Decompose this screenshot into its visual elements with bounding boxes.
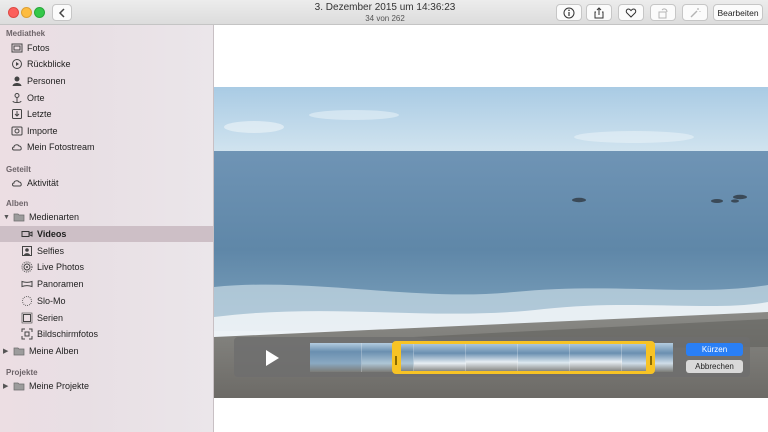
disclosure-closed-icon[interactable]: ▶ xyxy=(3,347,11,355)
heart-icon xyxy=(625,7,637,18)
folder-icon xyxy=(13,211,25,223)
rotate-icon xyxy=(658,7,668,18)
rotate-button[interactable] xyxy=(650,4,676,21)
trim-selection[interactable] xyxy=(392,341,655,374)
sidebar-item-screenshots[interactable]: Bildschirmfotos xyxy=(0,326,213,342)
sidebar-item-activity[interactable]: Aktivität xyxy=(0,175,213,191)
zoom-window-button[interactable] xyxy=(34,7,45,18)
section-heading-projects: Projekte xyxy=(6,368,38,377)
title-bar: 3. Dezember 2015 um 14:36:23 34 von 262 xyxy=(0,0,768,25)
section-heading-shared: Geteilt xyxy=(6,165,31,174)
sidebar-item-bursts[interactable]: Serien xyxy=(0,310,213,326)
trim-handle-left[interactable] xyxy=(395,356,397,365)
memories-icon xyxy=(11,58,23,70)
trim-cancel-button[interactable]: Abbrechen xyxy=(686,360,743,373)
sidebar-item-videos[interactable]: Videos xyxy=(0,226,213,242)
trim-confirm-button[interactable]: Kürzen xyxy=(686,343,743,356)
edit-button[interactable]: Bearbeiten xyxy=(713,4,763,21)
video-icon xyxy=(21,228,33,240)
info-button[interactable] xyxy=(556,4,582,21)
sidebar-item-photostream[interactable]: Mein Fotostream xyxy=(0,139,213,155)
window-title-block: 3. Dezember 2015 um 14:36:23 34 von 262 xyxy=(250,2,520,24)
pin-icon xyxy=(11,92,23,104)
filmstrip-frame xyxy=(310,343,362,372)
section-heading-albums: Alben xyxy=(6,199,29,208)
share-button[interactable] xyxy=(586,4,612,21)
panorama-icon xyxy=(21,278,33,290)
sidebar-item-selfies[interactable]: Selfies xyxy=(0,243,213,259)
close-window-button[interactable] xyxy=(8,7,19,18)
disclosure-closed-icon[interactable]: ▶ xyxy=(3,382,11,390)
play-button[interactable] xyxy=(262,348,282,368)
camera-icon xyxy=(11,125,23,137)
cloud-icon xyxy=(11,141,23,153)
sidebar-item-live-photos[interactable]: Live Photos xyxy=(0,259,213,275)
sidebar-item-my-projects[interactable]: ▶ Meine Projekte xyxy=(0,378,213,394)
cloud-icon xyxy=(11,177,23,189)
sidebar-item-places[interactable]: Orte xyxy=(0,90,213,106)
photos-icon xyxy=(11,42,23,54)
share-icon xyxy=(594,6,604,18)
selfie-icon xyxy=(21,245,33,257)
play-icon xyxy=(266,350,279,366)
chevron-left-icon xyxy=(58,7,65,18)
photo-counter: 34 von 262 xyxy=(365,14,405,23)
sidebar: Mediathek Fotos Rückblicke Personen Orte… xyxy=(0,25,214,432)
back-button[interactable] xyxy=(52,4,72,21)
person-icon xyxy=(11,75,23,87)
minimize-window-button[interactable] xyxy=(21,7,32,18)
section-heading-library: Mediathek xyxy=(6,29,46,38)
import-icon xyxy=(11,108,23,120)
window-title: 3. Dezember 2015 um 14:36:23 xyxy=(314,2,456,13)
favorite-button[interactable] xyxy=(618,4,644,21)
slomo-icon xyxy=(21,295,33,307)
folder-icon xyxy=(13,345,25,357)
live-photo-icon xyxy=(21,261,33,273)
sidebar-item-imports[interactable]: Importe xyxy=(0,123,213,139)
info-icon xyxy=(563,7,575,18)
sidebar-item-panoramas[interactable]: Panoramen xyxy=(0,276,213,292)
folder-icon xyxy=(13,380,25,392)
magic-wand-icon xyxy=(690,7,701,17)
sidebar-item-my-albums[interactable]: ▶ Meine Alben xyxy=(0,343,213,359)
enhance-button[interactable] xyxy=(682,4,708,21)
trim-handle-right[interactable] xyxy=(650,356,652,365)
sidebar-item-media-types[interactable]: ▼ Medienarten xyxy=(0,209,213,225)
sidebar-item-people[interactable]: Personen xyxy=(0,73,213,89)
sidebar-item-memories[interactable]: Rückblicke xyxy=(0,56,213,72)
disclosure-open-icon[interactable]: ▼ xyxy=(3,214,11,221)
sidebar-item-slo-mo[interactable]: Slo-Mo xyxy=(0,293,213,309)
sidebar-item-recent[interactable]: Letzte xyxy=(0,106,213,122)
burst-icon xyxy=(21,312,33,324)
sidebar-item-photos[interactable]: Fotos xyxy=(0,40,213,56)
screenshot-icon xyxy=(21,328,33,340)
